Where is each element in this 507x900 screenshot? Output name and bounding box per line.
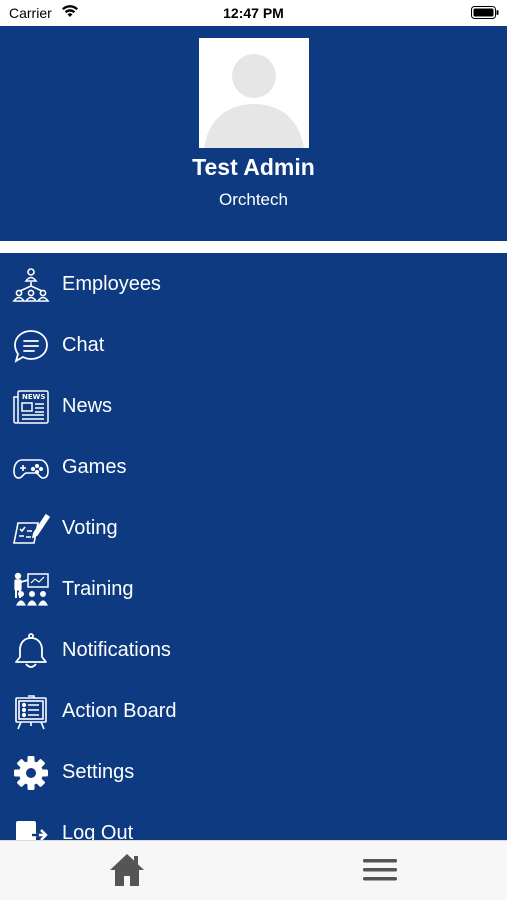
header-divider — [0, 241, 507, 253]
menu-item-games[interactable]: Games — [0, 437, 507, 498]
status-bar: Carrier 12:47 PM — [0, 0, 507, 26]
profile-organization: Orchtech — [219, 190, 288, 209]
menu-item-voting[interactable]: Voting — [0, 498, 507, 559]
chat-icon — [12, 327, 50, 365]
bell-icon — [12, 632, 50, 670]
menu-item-notifications[interactable]: Notifications — [0, 620, 507, 681]
gamepad-icon — [12, 449, 50, 487]
svg-text:NEWS: NEWS — [22, 393, 45, 401]
battery-icon — [471, 6, 499, 22]
menu-item-settings[interactable]: Settings — [0, 742, 507, 803]
menu-item-action-board[interactable]: Action Board — [0, 681, 507, 742]
status-time: 12:47 PM — [223, 5, 284, 21]
employees-icon — [12, 266, 50, 304]
news-icon: NEWS — [12, 388, 50, 426]
menu-item-label: Settings — [62, 761, 135, 783]
logout-icon — [12, 815, 50, 840]
tab-bar — [0, 840, 507, 900]
menu-item-label: Action Board — [62, 700, 177, 722]
hamburger-menu-icon — [363, 859, 397, 881]
home-icon — [110, 854, 144, 886]
voting-icon — [12, 510, 50, 548]
menu-item-training[interactable]: Training — [0, 559, 507, 620]
training-icon — [12, 571, 50, 609]
side-menu: Employees Chat NEWS News Games Voting Tr… — [0, 253, 507, 840]
profile-header: Test Admin Orchtech — [0, 26, 507, 241]
menu-item-label: News — [62, 395, 113, 417]
menu-item-chat[interactable]: Chat — [0, 315, 507, 376]
menu-item-label: Log Out — [62, 822, 134, 840]
menu-item-employees[interactable]: Employees — [0, 254, 507, 315]
menu-item-label: Training — [62, 578, 134, 600]
menu-item-label: Employees — [62, 273, 161, 295]
menu-item-label: Chat — [62, 334, 105, 356]
menu-item-news[interactable]: NEWS News — [0, 376, 507, 437]
menu-item-label: Notifications — [62, 639, 171, 661]
menu-tab[interactable] — [361, 855, 399, 885]
user-placeholder-icon — [199, 38, 309, 148]
gear-icon — [12, 754, 50, 792]
avatar[interactable] — [199, 38, 309, 148]
menu-item-label: Games — [62, 456, 127, 478]
home-tab[interactable] — [108, 851, 146, 889]
profile-name: Test Admin — [192, 154, 315, 180]
menu-item-log-out[interactable]: Log Out — [0, 803, 507, 840]
action-board-icon — [12, 693, 50, 731]
menu-item-label: Voting — [62, 517, 118, 539]
